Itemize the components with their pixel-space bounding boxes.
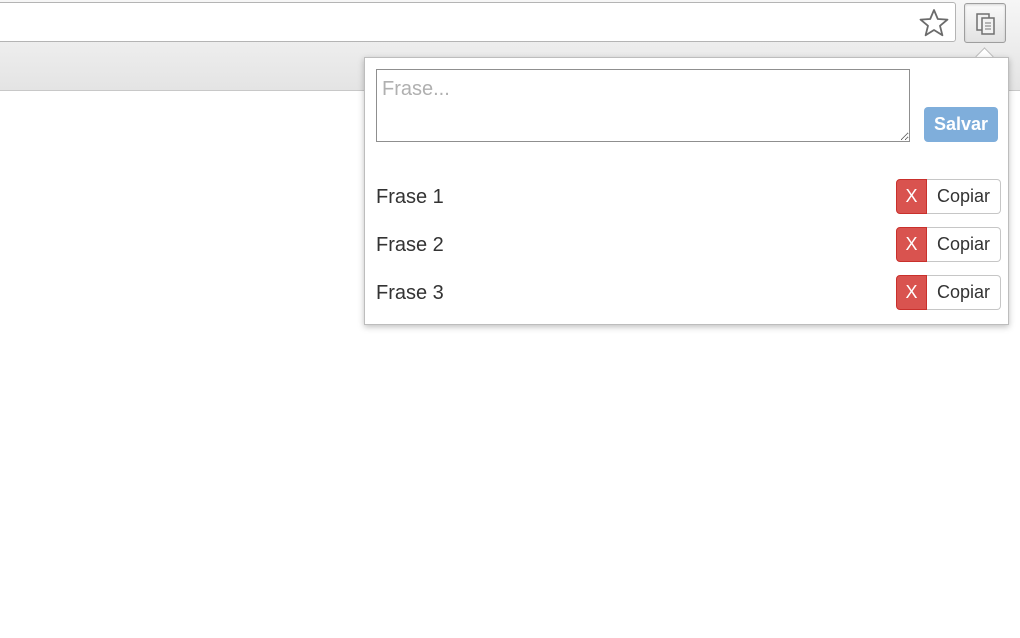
phrase-actions: X Copiar bbox=[896, 227, 1001, 262]
phrase-input[interactable] bbox=[376, 69, 910, 142]
delete-button[interactable]: X bbox=[896, 227, 927, 262]
delete-button[interactable]: X bbox=[896, 275, 927, 310]
clipboard-icon bbox=[976, 13, 995, 35]
save-button[interactable]: Salvar bbox=[924, 107, 998, 142]
extension-popup: Salvar Frase 1 X Copiar Frase 2 X Copiar… bbox=[364, 57, 1009, 325]
phrase-text: Frase 1 bbox=[376, 186, 444, 208]
address-bar[interactable] bbox=[0, 2, 956, 42]
phrase-actions: X Copiar bbox=[896, 275, 1001, 310]
copy-button[interactable]: Copiar bbox=[927, 275, 1001, 310]
phrase-text: Frase 3 bbox=[376, 282, 444, 304]
list-item: Frase 3 X Copiar bbox=[376, 275, 1001, 311]
star-icon[interactable] bbox=[918, 7, 950, 39]
extension-button[interactable] bbox=[964, 3, 1006, 43]
copy-button[interactable]: Copiar bbox=[927, 179, 1001, 214]
copy-button[interactable]: Copiar bbox=[927, 227, 1001, 262]
phrase-text: Frase 2 bbox=[376, 234, 444, 256]
phrase-actions: X Copiar bbox=[896, 179, 1001, 214]
list-item: Frase 1 X Copiar bbox=[376, 179, 1001, 215]
delete-button[interactable]: X bbox=[896, 179, 927, 214]
list-item: Frase 2 X Copiar bbox=[376, 227, 1001, 263]
